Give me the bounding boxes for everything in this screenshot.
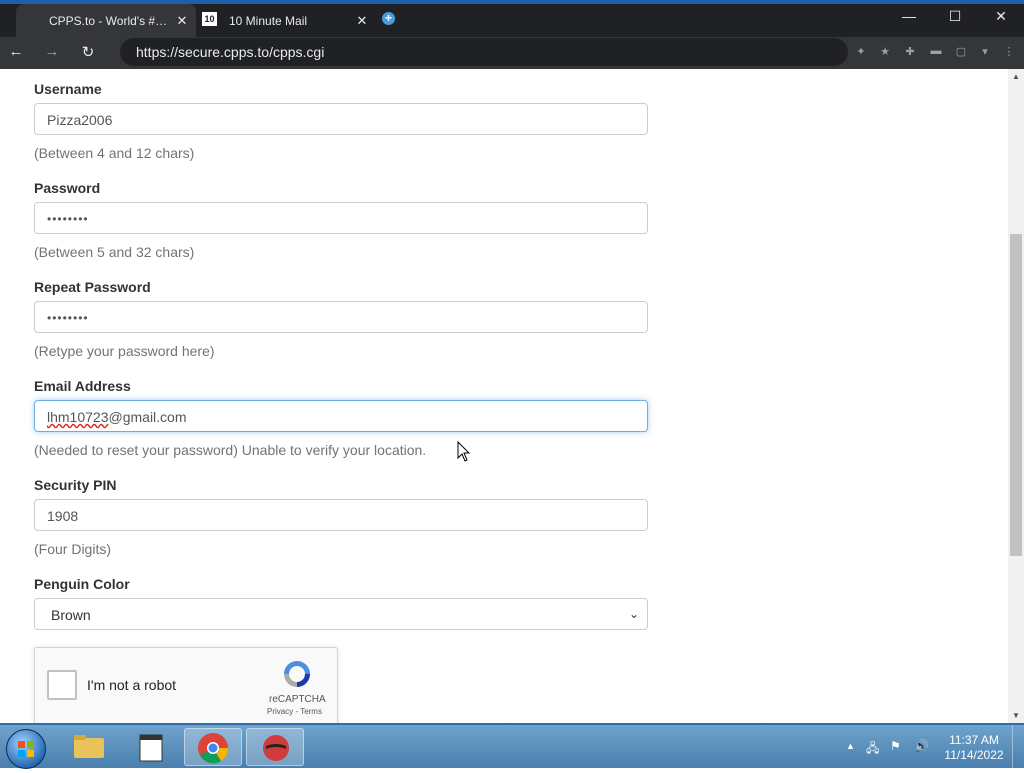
taskbar-explorer[interactable] xyxy=(60,728,118,766)
email-label: Email Address xyxy=(34,378,131,394)
penguin-color-value: Brown xyxy=(51,607,91,623)
scrollbar-thumb[interactable] xyxy=(1010,234,1022,556)
scroll-down-icon[interactable]: ▼ xyxy=(1008,711,1024,720)
bookmark-icon[interactable]: ★ xyxy=(878,45,892,58)
recaptcha-widget: I'm not a robot reCAPTCHA Privacy - Term… xyxy=(34,647,338,723)
game-app-icon xyxy=(263,735,289,761)
email-input[interactable]: lhm10723@gmail.com xyxy=(34,400,648,432)
tab-cpps[interactable]: CPPS.to - World's #… ✕ xyxy=(16,4,196,37)
email-value-domain: @gmail.com xyxy=(108,409,187,425)
security-pin-value: 1908 xyxy=(47,508,79,524)
action-center-icon[interactable]: ⚑ xyxy=(890,739,901,753)
new-tab-icon[interactable]: + xyxy=(382,12,395,25)
maximize-icon[interactable]: ☐ xyxy=(943,8,967,25)
minimize-icon[interactable]: — xyxy=(897,8,921,24)
tab-10minutemail[interactable]: 10 Minute Mail ✕ xyxy=(196,4,376,37)
profile-icon[interactable]: ▢ xyxy=(954,45,968,58)
address-bar[interactable]: https://secure.cpps.to/cpps.cgi xyxy=(120,38,848,66)
recaptcha-label: I'm not a robot xyxy=(87,677,177,693)
taskbar: ▲ 🖧 ⚑ 🔊 11:37 AM 11/14/2022 xyxy=(0,723,1024,770)
username-help: (Between 4 and 12 chars) xyxy=(34,145,195,161)
network-icon[interactable]: 🖧 xyxy=(866,739,879,760)
penguin-color-label: Penguin Color xyxy=(34,576,130,592)
taskbar-clock[interactable]: 11:37 AM 11/14/2022 xyxy=(938,733,1010,763)
page-scrollbar[interactable]: ▲ ▼ xyxy=(1008,69,1024,723)
recaptcha-checkbox[interactable] xyxy=(47,670,77,700)
security-pin-help: (Four Digits) xyxy=(34,541,112,557)
taskbar-app[interactable] xyxy=(122,728,180,766)
close-window-icon[interactable]: ✕ xyxy=(989,8,1013,25)
back-icon[interactable]: ← xyxy=(6,43,26,60)
chevron-down-icon: ⌄ xyxy=(628,607,639,621)
penguin-color-select[interactable]: Brown ⌄ xyxy=(34,598,648,630)
show-desktop-button[interactable] xyxy=(1012,725,1024,770)
window-app-icon xyxy=(139,734,163,762)
zoom-icon[interactable]: ✦ xyxy=(854,45,868,58)
repeat-password-input[interactable]: •••••••• xyxy=(34,301,648,333)
volume-icon[interactable]: 🔊 xyxy=(914,739,929,753)
reload-icon[interactable]: ↻ xyxy=(78,43,98,61)
security-pin-label: Security PIN xyxy=(34,477,117,493)
password-help: (Between 5 and 32 chars) xyxy=(34,244,195,260)
clock-time: 11:37 AM xyxy=(949,733,999,747)
browser-toolbar: ← → ↻ https://secure.cpps.to/cpps.cgi ✦ … xyxy=(0,37,1024,69)
tab-10minutemail-title: 10 Minute Mail xyxy=(229,13,308,28)
repeat-password-label: Repeat Password xyxy=(34,279,151,295)
folder-icon xyxy=(74,735,104,758)
start-button[interactable] xyxy=(6,729,46,769)
security-pin-input[interactable]: 1908 xyxy=(34,499,648,531)
tab-cpps-close-icon[interactable]: ✕ xyxy=(174,13,190,29)
repeat-password-help: (Retype your password here) xyxy=(34,343,215,359)
chrome-icon xyxy=(198,733,229,764)
forward-icon[interactable]: → xyxy=(42,43,62,60)
email-value-user: lhm10723 xyxy=(47,409,109,425)
clock-date: 11/14/2022 xyxy=(944,748,1004,762)
email-help: (Needed to reset your password) Unable t… xyxy=(34,442,427,458)
username-input[interactable]: Pizza2006 xyxy=(34,103,648,135)
recaptcha-brand: reCAPTCHA xyxy=(269,694,326,705)
extension-icon[interactable]: ▬ xyxy=(929,45,943,57)
tray-expand-icon[interactable]: ▲ xyxy=(846,741,855,751)
mouse-cursor-icon xyxy=(457,441,471,462)
taskbar-game[interactable] xyxy=(246,728,304,766)
repeat-password-value: •••••••• xyxy=(47,311,89,325)
email-value: lhm10723@gmail.com xyxy=(47,409,187,425)
password-input[interactable]: •••••••• xyxy=(34,202,648,234)
menu-icon[interactable]: ⋮ xyxy=(1002,45,1016,58)
scroll-up-icon[interactable]: ▲ xyxy=(1008,72,1024,81)
tab-cpps-title: CPPS.to - World's #… xyxy=(49,13,168,28)
tab-strip: CPPS.to - World's #… ✕ 10 10 Minute Mail… xyxy=(0,0,1024,37)
address-url: https://secure.cpps.to/cpps.cgi xyxy=(136,44,325,60)
windows-logo-icon xyxy=(18,741,34,757)
downloads-icon[interactable]: ▾ xyxy=(978,45,992,58)
tab-10minutemail-close-icon[interactable]: ✕ xyxy=(354,13,370,29)
extensions-icon[interactable]: ✚ xyxy=(903,45,917,58)
recaptcha-logo-icon xyxy=(284,661,310,687)
password-label: Password xyxy=(34,180,101,196)
taskbar-chrome[interactable] xyxy=(184,728,242,766)
username-label: Username xyxy=(34,81,102,97)
recaptcha-links[interactable]: Privacy - Terms xyxy=(267,707,322,716)
password-value: •••••••• xyxy=(47,212,89,226)
page-content: Username Pizza2006 (Between 4 and 12 cha… xyxy=(0,69,1008,723)
username-value: Pizza2006 xyxy=(47,112,113,128)
